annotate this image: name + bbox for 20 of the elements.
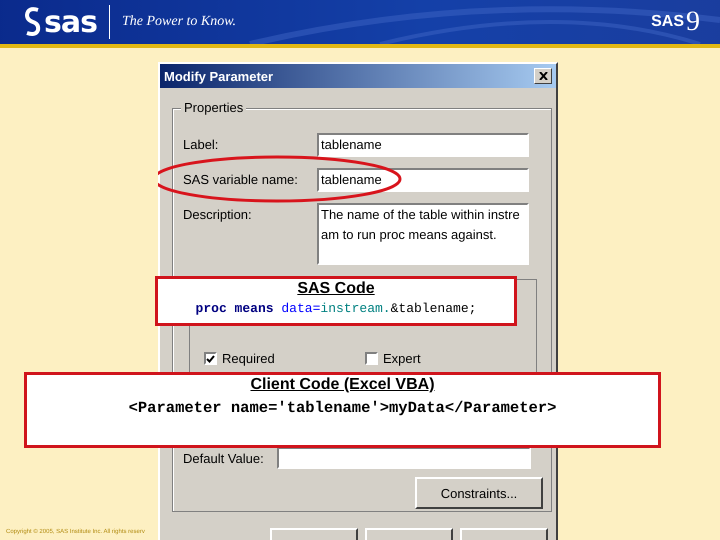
tagline: The Power to Know.: [122, 14, 236, 30]
description-field[interactable]: The name of the table within instream to run proc means against.: [317, 203, 529, 265]
product-name: SAS: [651, 13, 684, 31]
checkbox-label: Expert: [383, 351, 421, 366]
constraints-button[interactable]: Constraints...: [415, 477, 543, 509]
callout-title: SAS Code: [297, 280, 375, 298]
field-label: SAS variable name:: [183, 171, 299, 187]
field-label: Label:: [183, 136, 220, 152]
dialog-title: Modify Parameter: [164, 68, 274, 84]
group-title: Properties: [181, 100, 246, 115]
code-line: <Parameter name='tablename'>myData</Parameter>: [128, 399, 556, 417]
logo-text: sas: [44, 4, 97, 40]
checkbox-label: Required: [222, 351, 275, 366]
field-label: Default Value:: [183, 450, 265, 466]
version-number: 9: [686, 6, 700, 38]
input-field[interactable]: tablename: [317, 133, 529, 157]
input-field[interactable]: tablename: [317, 168, 529, 192]
callout-title: Client Code (Excel VBA): [250, 376, 435, 394]
field-label: Description:: [183, 206, 253, 222]
code-line: proc means data=instream.&tablename;: [196, 301, 476, 316]
